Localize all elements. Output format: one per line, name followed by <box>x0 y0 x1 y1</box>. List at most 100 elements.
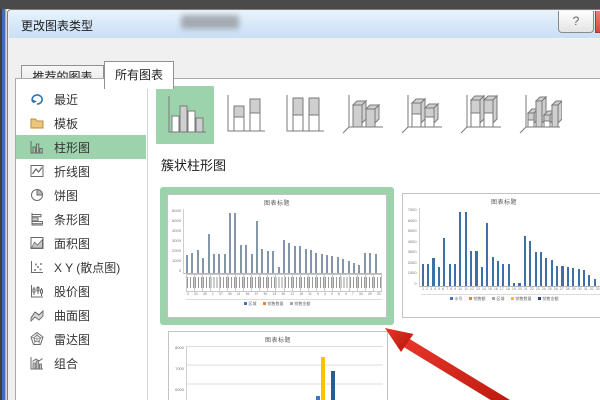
preview-category-cell <box>308 274 317 292</box>
subtype-3d-column-icon[interactable] <box>516 86 562 142</box>
legend-swatch <box>243 301 247 306</box>
sidebar-item-area-chart[interactable]: 面积图 <box>16 231 146 255</box>
preview-chart-title: 图表标题 <box>264 338 291 344</box>
preview-bar <box>502 263 505 286</box>
sidebar-item-pie-chart[interactable]: 饼图 <box>16 183 146 207</box>
sidebar-item-scatter-chart[interactable]: X Y (散点图) <box>16 255 146 279</box>
preview-y-axis-labels: 80007000600050004000300020001000 <box>175 345 184 392</box>
subtype-100-percent-stacked-column-icon[interactable] <box>280 86 326 142</box>
preview-category-cell <box>203 274 212 292</box>
preview-x-axis-labels: 3 31 30 1 37 30 11 36 37 30 13 30 12 18 11 9 4 3 6 4 7 33 29 33 <box>186 292 382 300</box>
background-app-top-edge <box>0 0 600 9</box>
chart-type-sidebar: 最近 模板 柱形图折线图饼图 条形图 面积图 X Y (散点图) 股价图曲面图雷达图组合 <box>16 87 146 375</box>
preview-category-cell <box>373 274 382 292</box>
subtype-3d-stacked-column-icon[interactable] <box>398 86 444 142</box>
preview-bar <box>261 249 264 273</box>
help-button[interactable]: ? <box>558 11 594 33</box>
preview-category-cell <box>284 274 293 292</box>
stock-chart-icon <box>29 283 45 299</box>
preview-bar <box>218 254 221 273</box>
preview-category-cell <box>243 274 252 292</box>
bar-chart-icon <box>29 211 45 227</box>
preview-bar <box>304 249 307 273</box>
preview-bar <box>556 265 559 286</box>
blurred-watermark <box>181 15 239 29</box>
chart-preview-2[interactable]: 图表标题 7000 6000 5000 4000 3000 2000 1000 0 1 2 3 4 5 6 7… <box>402 193 600 318</box>
preview-category-cell <box>235 274 244 292</box>
template-icon <box>29 115 45 131</box>
preview-legend-item: 销售金额 <box>289 301 311 306</box>
preview-bar <box>316 396 320 400</box>
preview-category-boxes <box>186 274 382 292</box>
chart-preview-3-canvas: 图表标题 80007000600050004000300020001000 <box>168 331 388 400</box>
tab-all-charts[interactable]: 所有图表 <box>104 61 174 89</box>
preview-bar <box>437 267 440 286</box>
sidebar-item-column-chart[interactable]: 柱形图 <box>16 135 146 159</box>
preview-bar <box>250 254 253 273</box>
subtype-stacked-column-icon[interactable] <box>221 86 267 142</box>
preview-bar <box>529 240 532 286</box>
chart-preview-3[interactable]: 图表标题 80007000600050004000300020001000 <box>168 331 388 400</box>
preview-bar <box>593 278 596 286</box>
close-button[interactable] <box>595 11 600 33</box>
legend-swatch <box>510 296 514 301</box>
preview-bar <box>358 265 361 273</box>
sidebar-item-label: 雷达图 <box>54 332 91 347</box>
preview-bar <box>448 263 451 286</box>
legend-swatch <box>468 296 472 301</box>
preview-bar <box>507 263 510 286</box>
subtype-content: 簇状柱形图 图表标题 6000 5000 4000 3000 2000 1000 0 3 31 30… <box>154 79 600 400</box>
preview-bar <box>266 250 269 273</box>
preview-bar <box>475 251 478 286</box>
preview-bar <box>363 252 366 273</box>
preview-category-cell <box>187 274 196 292</box>
preview-bar <box>342 258 345 273</box>
preview-bar <box>326 255 329 273</box>
preview-category-cell <box>325 274 334 292</box>
preview-plot-area <box>418 208 600 287</box>
preview-bar <box>299 246 302 273</box>
sidebar-item-line-chart[interactable]: 折线图 <box>16 159 146 183</box>
sidebar-item-bar-chart[interactable]: 条形图 <box>16 207 146 231</box>
preview-legend-item: 区域 <box>243 301 257 306</box>
legend-swatch <box>449 296 453 301</box>
subtype-clustered-column-icon[interactable] <box>156 86 214 144</box>
preview-category-cell <box>365 274 374 292</box>
preview-bar <box>470 251 473 286</box>
preview-bar <box>545 257 548 286</box>
subtype-3d-clustered-column-icon[interactable] <box>339 86 385 142</box>
sidebar-item-radar-chart[interactable]: 雷达图 <box>16 327 146 351</box>
sidebar-item-label: 股价图 <box>54 284 91 299</box>
sidebar-item-stock-chart[interactable]: 股价图 <box>16 279 146 303</box>
preview-bar <box>491 256 494 286</box>
radar-chart-icon <box>29 331 45 347</box>
preview-bar <box>293 246 296 273</box>
dialog-titlebar[interactable]: 更改图表类型 ? <box>9 11 600 38</box>
preview-legend: 区域 销售数量 销售金额 <box>172 301 382 306</box>
screenshot-root: 更改图表类型 ? 推荐的图表 所有图表 最近 模板 柱形图 折线图 饼图 条形图 面积图 X Y… <box>0 0 600 400</box>
legend-swatch <box>537 296 541 301</box>
preview-bar <box>539 252 543 286</box>
sidebar-item-surface-chart[interactable]: 曲面图 <box>16 303 146 327</box>
preview-bar <box>196 249 199 273</box>
area-chart-icon <box>29 235 45 251</box>
preview-bar <box>464 212 467 286</box>
preview-category-cell <box>292 274 301 292</box>
subtype-3d-100-percent-stacked-column-icon[interactable] <box>457 86 503 142</box>
sidebar-item-combo-chart[interactable]: 组合 <box>16 351 146 375</box>
help-icon: ? <box>572 14 580 28</box>
preview-bar <box>234 212 237 273</box>
chart-preview-1-selected[interactable]: 图表标题 6000 5000 4000 3000 2000 1000 0 3 31 30 1 37 30 1… <box>160 187 394 325</box>
combo-chart-icon <box>29 355 45 371</box>
sidebar-item-label: 组合 <box>54 356 79 371</box>
preview-legend-item: 水号 <box>449 296 463 301</box>
preview-bar <box>321 356 325 400</box>
sidebar-item-label: 折线图 <box>54 164 91 179</box>
preview-y-axis-labels: 6000 5000 4000 3000 2000 1000 0 <box>172 208 181 273</box>
preview-bar <box>518 282 521 286</box>
sidebar-item-recent[interactable]: 最近 <box>16 87 146 111</box>
dialog-title: 更改图表类型 <box>21 19 94 33</box>
sidebar-item-template[interactable]: 模板 <box>16 111 146 135</box>
legend-swatch <box>289 301 293 306</box>
preview-category-cell <box>195 274 204 292</box>
